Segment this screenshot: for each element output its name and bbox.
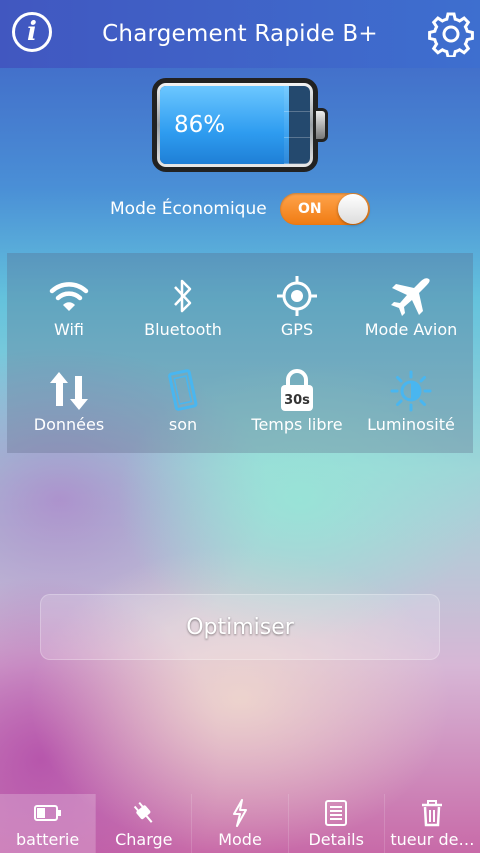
toggle-wifi[interactable]: Wifi [11, 253, 127, 347]
timeout-badge: 30s [284, 393, 310, 408]
eco-mode-state: ON [298, 201, 322, 217]
eco-mode-toggle[interactable]: ON [280, 193, 370, 225]
bottom-tab-bar: batterie Charge Mode Details tueur de… [0, 794, 480, 853]
info-icon: i [27, 17, 37, 47]
battery-icon [33, 805, 61, 821]
gps-icon [277, 276, 317, 316]
top-bar: i Chargement Rapide B+ [0, 0, 480, 68]
tab-mode[interactable]: Mode [191, 794, 287, 853]
toggle-airplane-mode[interactable]: Mode Avion [353, 253, 469, 347]
tab-label: Mode [218, 830, 262, 849]
eco-mode-label: Mode Économique [110, 199, 267, 219]
battery-percent: 86% [174, 112, 226, 138]
bluetooth-icon [174, 279, 192, 313]
toggle-gps[interactable]: GPS [239, 253, 355, 347]
quick-settings-panel: Wifi Bluetooth GPS Mode Avion Données so… [7, 253, 473, 453]
toggle-bluetooth[interactable]: Bluetooth [125, 253, 241, 347]
tab-battery[interactable]: batterie [0, 794, 96, 853]
timeout-lock-icon: 30s [281, 369, 313, 411]
toggle-label: Luminosité [367, 415, 455, 434]
tab-details[interactable]: Details [287, 794, 384, 853]
battery-tip [316, 108, 328, 142]
airplane-icon [391, 278, 430, 316]
battery-indicator: 86% [152, 78, 328, 172]
tab-label: Charge [115, 830, 173, 849]
gear-icon [428, 12, 474, 59]
tab-label: batterie [15, 830, 80, 849]
lightning-icon [233, 799, 247, 827]
brightness-icon [390, 370, 432, 412]
wifi-icon [49, 282, 89, 311]
tab-charge[interactable]: Charge [95, 794, 191, 853]
plug-icon [133, 802, 153, 823]
info-button[interactable]: i [12, 12, 52, 52]
tab-task-killer[interactable]: tueur de… [383, 794, 480, 853]
toggle-knob [338, 194, 368, 224]
tab-label: tueur de… [390, 830, 475, 849]
optimize-button[interactable]: Optimiser [40, 594, 440, 660]
trash-icon [422, 800, 443, 827]
battery-segments [284, 86, 310, 164]
toggle-brightness[interactable]: Luminosité [353, 348, 469, 442]
app-title: Chargement Rapide B+ [102, 21, 378, 47]
settings-button[interactable] [428, 11, 474, 59]
vibrate-phone-icon [168, 369, 198, 411]
data-arrows-icon [50, 372, 88, 410]
toggle-mobile-data[interactable]: Données [11, 348, 127, 442]
document-icon [325, 800, 348, 826]
toggle-label: Mode Avion [364, 320, 458, 339]
tab-label: Details [308, 830, 364, 849]
toggle-screen-timeout[interactable]: 30s Temps libre [239, 348, 355, 442]
toggle-sound[interactable]: son [125, 348, 241, 442]
